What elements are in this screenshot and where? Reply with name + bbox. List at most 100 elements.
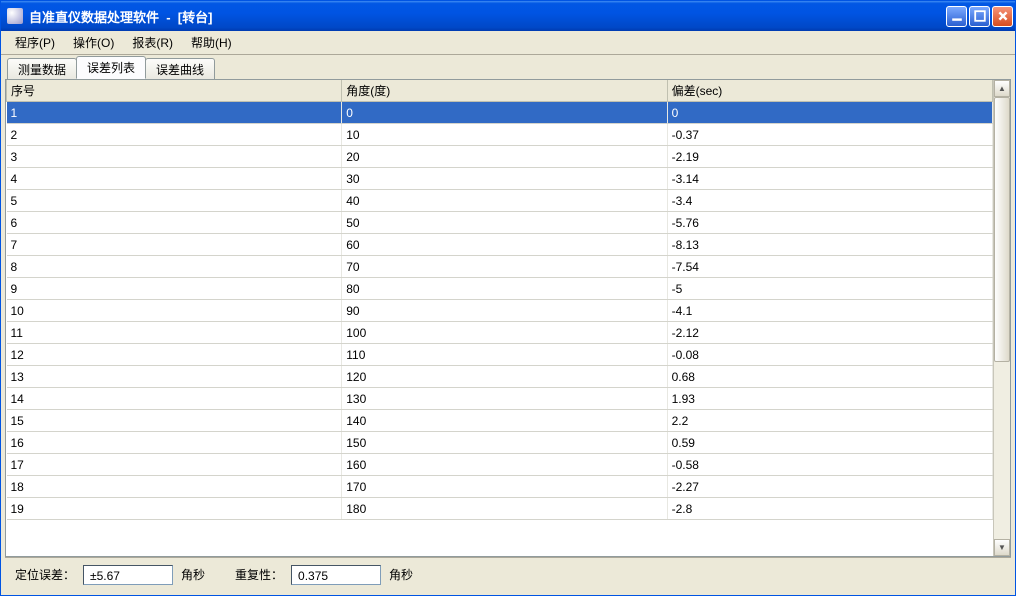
cell-idx: 6 bbox=[7, 212, 342, 234]
cell-idx: 15 bbox=[7, 410, 342, 432]
menu-report[interactable]: 报表(R) bbox=[124, 32, 181, 53]
error-table: 序号 角度(度) 偏差(sec) 100210-0.37320-2.19430-… bbox=[6, 80, 993, 520]
cell-angle: 160 bbox=[342, 454, 667, 476]
cell-idx: 2 bbox=[7, 124, 342, 146]
cell-angle: 170 bbox=[342, 476, 667, 498]
table-row[interactable]: 100 bbox=[7, 102, 993, 124]
tab-errorlist[interactable]: 误差列表 bbox=[76, 56, 146, 79]
cell-dev: -0.08 bbox=[667, 344, 992, 366]
scroll-track[interactable] bbox=[994, 97, 1010, 539]
close-button[interactable] bbox=[992, 6, 1013, 27]
cell-dev: -0.37 bbox=[667, 124, 992, 146]
cell-angle: 180 bbox=[342, 498, 667, 520]
cell-angle: 70 bbox=[342, 256, 667, 278]
cell-dev: -2.12 bbox=[667, 322, 992, 344]
table-scroll-area[interactable]: 序号 角度(度) 偏差(sec) 100210-0.37320-2.19430-… bbox=[6, 80, 993, 556]
minimize-button[interactable] bbox=[946, 6, 967, 27]
menu-program[interactable]: 程序(P) bbox=[7, 32, 63, 53]
cell-dev: -4.1 bbox=[667, 300, 992, 322]
table-row[interactable]: 18170-2.27 bbox=[7, 476, 993, 498]
cell-idx: 18 bbox=[7, 476, 342, 498]
cell-angle: 100 bbox=[342, 322, 667, 344]
cell-idx: 10 bbox=[7, 300, 342, 322]
cell-dev: -0.58 bbox=[667, 454, 992, 476]
status-bar: 定位误差： ±5.67 角秒 重复性： 0.375 角秒 bbox=[5, 557, 1011, 591]
cell-idx: 12 bbox=[7, 344, 342, 366]
tab-strip: 测量数据 误差列表 误差曲线 bbox=[7, 59, 1011, 79]
cell-angle: 130 bbox=[342, 388, 667, 410]
table-row[interactable]: 11100-2.12 bbox=[7, 322, 993, 344]
cell-dev: 0.59 bbox=[667, 432, 992, 454]
table-row[interactable]: 980-5 bbox=[7, 278, 993, 300]
cell-dev: -3.14 bbox=[667, 168, 992, 190]
cell-idx: 3 bbox=[7, 146, 342, 168]
cell-idx: 9 bbox=[7, 278, 342, 300]
cell-dev: -2.27 bbox=[667, 476, 992, 498]
chevron-up-icon: ▲ bbox=[998, 84, 1006, 93]
cell-dev: 2.2 bbox=[667, 410, 992, 432]
table-row[interactable]: 141301.93 bbox=[7, 388, 993, 410]
scroll-up-button[interactable]: ▲ bbox=[994, 80, 1010, 97]
maximize-icon bbox=[974, 10, 986, 22]
maximize-button[interactable] bbox=[969, 6, 990, 27]
chevron-down-icon: ▼ bbox=[998, 543, 1006, 552]
cell-idx: 19 bbox=[7, 498, 342, 520]
table-row[interactable]: 320-2.19 bbox=[7, 146, 993, 168]
table-row[interactable]: 161500.59 bbox=[7, 432, 993, 454]
col-angle[interactable]: 角度(度) bbox=[342, 80, 667, 102]
vertical-scrollbar[interactable]: ▲ ▼ bbox=[993, 80, 1010, 556]
repeatability-unit: 角秒 bbox=[389, 566, 413, 583]
cell-angle: 110 bbox=[342, 344, 667, 366]
cell-dev: -2.19 bbox=[667, 146, 992, 168]
cell-dev: 0 bbox=[667, 102, 992, 124]
cell-dev: -7.54 bbox=[667, 256, 992, 278]
table-header-row: 序号 角度(度) 偏差(sec) bbox=[7, 80, 993, 102]
cell-angle: 40 bbox=[342, 190, 667, 212]
scroll-thumb[interactable] bbox=[994, 97, 1010, 362]
cell-angle: 60 bbox=[342, 234, 667, 256]
table-row[interactable]: 17160-0.58 bbox=[7, 454, 993, 476]
col-dev[interactable]: 偏差(sec) bbox=[667, 80, 992, 102]
window-title: 自准直仪数据处理软件 - [转台] bbox=[29, 7, 946, 26]
cell-idx: 16 bbox=[7, 432, 342, 454]
tab-measure[interactable]: 测量数据 bbox=[7, 58, 77, 80]
table-row[interactable]: 12110-0.08 bbox=[7, 344, 993, 366]
cell-idx: 4 bbox=[7, 168, 342, 190]
table-row[interactable]: 430-3.14 bbox=[7, 168, 993, 190]
positioning-error-value: ±5.67 bbox=[83, 565, 173, 585]
cell-idx: 8 bbox=[7, 256, 342, 278]
app-window: 自准直仪数据处理软件 - [转台] 程序(P) 操作(O) 报表(R) 帮助(H… bbox=[0, 0, 1016, 596]
cell-dev: 0.68 bbox=[667, 366, 992, 388]
positioning-error-unit: 角秒 bbox=[181, 566, 205, 583]
cell-angle: 30 bbox=[342, 168, 667, 190]
tab-errorcurve[interactable]: 误差曲线 bbox=[145, 58, 215, 80]
table-row[interactable]: 210-0.37 bbox=[7, 124, 993, 146]
client-area: 测量数据 误差列表 误差曲线 序号 角度(度) 偏差(sec) bbox=[1, 55, 1015, 595]
table-row[interactable]: 1090-4.1 bbox=[7, 300, 993, 322]
cell-angle: 140 bbox=[342, 410, 667, 432]
close-icon bbox=[997, 10, 1009, 22]
scroll-down-button[interactable]: ▼ bbox=[994, 539, 1010, 556]
minimize-icon bbox=[951, 10, 963, 22]
col-index[interactable]: 序号 bbox=[7, 80, 342, 102]
table-row[interactable]: 131200.68 bbox=[7, 366, 993, 388]
table-row[interactable]: 760-8.13 bbox=[7, 234, 993, 256]
table-row[interactable]: 870-7.54 bbox=[7, 256, 993, 278]
cell-angle: 90 bbox=[342, 300, 667, 322]
cell-angle: 20 bbox=[342, 146, 667, 168]
repeatability-value: 0.375 bbox=[291, 565, 381, 585]
table-row[interactable]: 540-3.4 bbox=[7, 190, 993, 212]
cell-idx: 17 bbox=[7, 454, 342, 476]
table-row[interactable]: 151402.2 bbox=[7, 410, 993, 432]
cell-idx: 13 bbox=[7, 366, 342, 388]
cell-angle: 120 bbox=[342, 366, 667, 388]
table-row[interactable]: 650-5.76 bbox=[7, 212, 993, 234]
menubar: 程序(P) 操作(O) 报表(R) 帮助(H) bbox=[1, 31, 1015, 55]
menu-help[interactable]: 帮助(H) bbox=[183, 32, 240, 53]
titlebar[interactable]: 自准直仪数据处理软件 - [转台] bbox=[1, 1, 1015, 31]
table-row[interactable]: 19180-2.8 bbox=[7, 498, 993, 520]
menu-operate[interactable]: 操作(O) bbox=[65, 32, 122, 53]
cell-idx: 7 bbox=[7, 234, 342, 256]
cell-angle: 80 bbox=[342, 278, 667, 300]
repeatability-label: 重复性： bbox=[235, 566, 283, 583]
